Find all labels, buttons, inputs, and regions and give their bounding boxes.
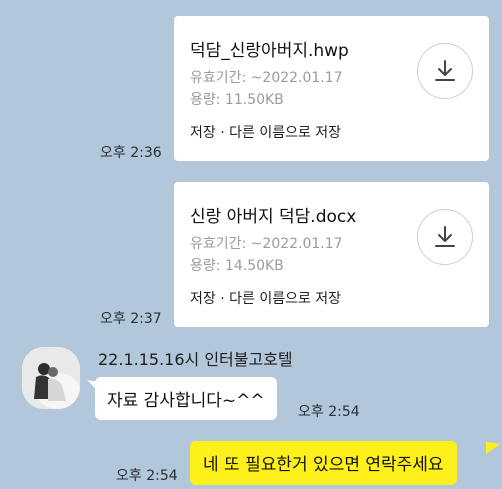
message-bubble-incoming[interactable]: 자료 감사합니다~^^ [95,377,277,420]
file-save-actions[interactable]: 저장 · 다른 이름으로 저장 [190,122,341,142]
download-icon [435,226,455,247]
download-button[interactable] [417,209,473,265]
message-time: 오후 2:36 [100,145,162,161]
message-time: 오후 2:37 [100,311,162,327]
message-time: 오후 2:54 [298,404,360,420]
file-message-card[interactable]: 덕담_신랑아버지.hwp 유효기간: ~2022.01.17 용량: 11.50… [174,16,489,161]
sender-name: 22.1.15.16시 인터불고호텔 [98,350,293,369]
sender-avatar[interactable] [22,347,80,409]
download-icon [435,60,455,81]
message-time: 오후 2:54 [116,468,178,484]
file-save-actions[interactable]: 저장 · 다른 이름으로 저장 [190,288,341,308]
bubble-tail [486,442,500,454]
file-name: 덕담_신랑아버지.hwp [190,41,349,61]
file-name: 신랑 아버지 덕담.docx [190,207,357,227]
file-size: 용량: 11.50KB [190,92,284,108]
message-bubble-outgoing[interactable]: 네 또 필요한거 있으면 연락주세요 [190,441,457,485]
file-size: 용량: 14.50KB [190,258,284,274]
file-message-card[interactable]: 신랑 아버지 덕담.docx 유효기간: ~2022.01.17 용량: 14.… [174,182,489,327]
download-button[interactable] [417,43,473,99]
file-expiry: 유효기간: ~2022.01.17 [190,70,343,86]
file-expiry: 유효기간: ~2022.01.17 [190,236,343,252]
